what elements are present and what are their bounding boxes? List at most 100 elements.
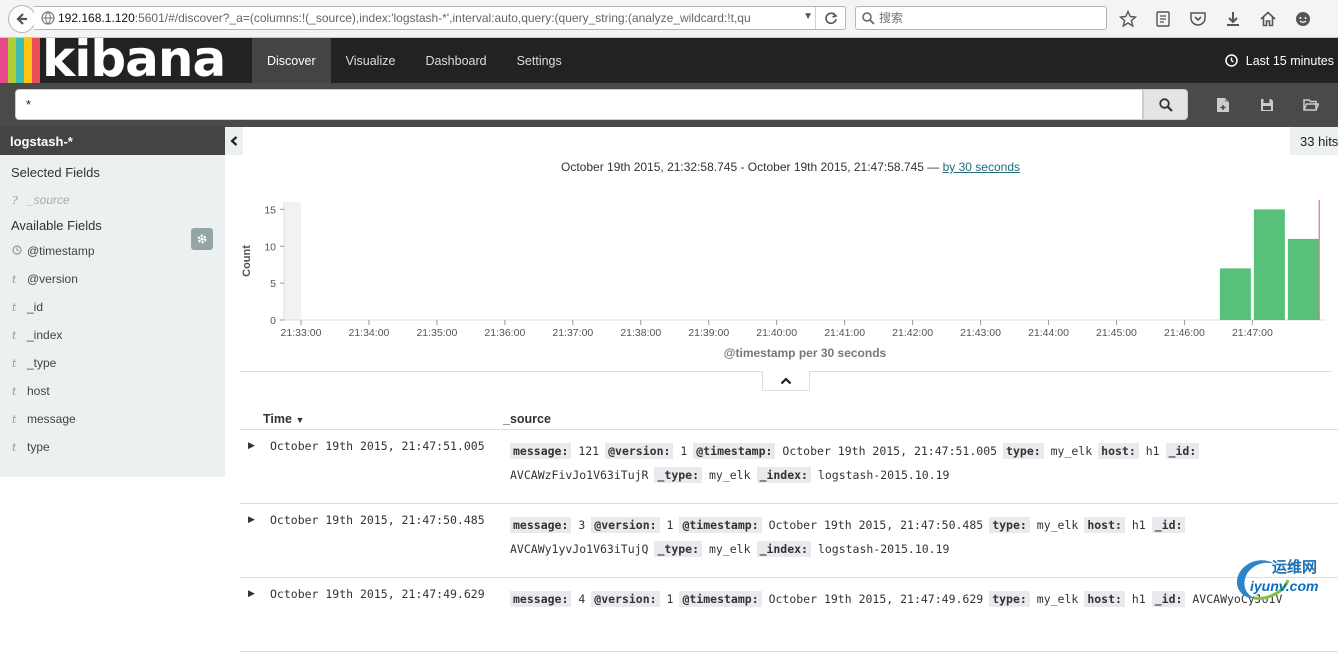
source-value: my_elk xyxy=(1050,444,1093,458)
bookmark-star-icon[interactable] xyxy=(1116,7,1140,31)
logo-stripe xyxy=(24,38,32,83)
source-value: 1 xyxy=(666,592,674,606)
hit-count: 33 hits xyxy=(1290,127,1338,155)
field-name: host xyxy=(27,384,50,398)
url-dropdown-icon[interactable]: ▼ xyxy=(803,11,813,22)
tab-dashboard[interactable]: Dashboard xyxy=(410,38,501,83)
source-key: message: xyxy=(510,591,572,607)
x-tick-label: 21:43:00 xyxy=(960,327,1001,339)
x-tick-label: 21:35:00 xyxy=(416,327,457,339)
source-value: October 19th 2015, 21:47:51.005 xyxy=(782,444,998,458)
x-tick-label: 21:33:00 xyxy=(281,327,322,339)
tab-discover[interactable]: Discover xyxy=(252,38,331,83)
table-row[interactable]: ▶ October 19th 2015, 21:47:50.485 message:… xyxy=(240,504,1338,578)
expand-row-icon[interactable]: ▶ xyxy=(248,588,255,599)
clock-icon xyxy=(1225,54,1238,67)
download-icon[interactable] xyxy=(1221,7,1245,31)
field-index[interactable]: t _index xyxy=(0,321,225,349)
source-value: 3 xyxy=(578,518,586,532)
query-bar xyxy=(0,83,1338,127)
x-tick-label: 21:37:00 xyxy=(552,327,593,339)
source-key: message: xyxy=(510,443,572,459)
source-value: AVCAWzFivJo1V63iTujR xyxy=(510,468,649,482)
field-source[interactable]: ? _source xyxy=(0,186,225,214)
field-id[interactable]: t _id xyxy=(0,293,225,321)
source-key: @version: xyxy=(591,591,660,607)
source-key: _index: xyxy=(756,541,811,557)
tab-settings[interactable]: Settings xyxy=(502,38,577,83)
histogram-bar xyxy=(1253,209,1285,320)
x-tick-label: 21:44:00 xyxy=(1028,327,1069,339)
kibana-logo[interactable]: kibana xyxy=(0,34,240,84)
documents-table: Time ▼ _source ▶ October 19th 2015, 21:47… xyxy=(240,409,1338,652)
source-value: my_elk xyxy=(708,468,751,482)
source-key: message: xyxy=(510,517,572,533)
field-version[interactable]: t @version xyxy=(0,265,225,293)
x-tick-label: 21:34:00 xyxy=(349,327,390,339)
x-tick-label: 21:41:00 xyxy=(824,327,865,339)
table-row[interactable]: ▶ October 19th 2015, 21:47:51.005 message:… xyxy=(240,430,1338,504)
pocket-icon[interactable] xyxy=(1186,7,1210,31)
chart-collapse-button[interactable] xyxy=(762,371,810,391)
tab-visualize[interactable]: Visualize xyxy=(331,38,411,83)
row-source: message: 3 @version: 1 @timestamp: October… xyxy=(510,513,1330,561)
browser-search-box[interactable] xyxy=(855,6,1107,30)
search-icon xyxy=(862,11,875,25)
logo-stripes xyxy=(0,38,40,83)
open-search-icon[interactable] xyxy=(1301,95,1321,115)
home-icon[interactable] xyxy=(1256,7,1280,31)
watermark-cn-text: 运维网 xyxy=(1272,558,1318,576)
field-name: @timestamp xyxy=(27,244,95,258)
expand-row-icon[interactable]: ▶ xyxy=(248,440,255,451)
address-bar[interactable]: 192.168.1.120:5601/#/discover?_a=(column… xyxy=(34,6,846,30)
field-type[interactable]: t type xyxy=(0,433,225,461)
string-type-icon: t xyxy=(12,440,17,454)
source-key: _id: xyxy=(1151,517,1186,533)
save-search-icon[interactable] xyxy=(1257,95,1277,115)
histogram-bar xyxy=(1219,268,1251,320)
field-name: _source xyxy=(27,193,70,207)
url-text: 192.168.1.120:5601/#/discover?_a=(column… xyxy=(58,11,751,25)
source-value: h1 xyxy=(1131,518,1146,532)
selected-fields-heading: Selected Fields xyxy=(11,165,100,180)
source-key: type: xyxy=(1003,443,1044,459)
field-message[interactable]: t message xyxy=(0,405,225,433)
field-host[interactable]: t host xyxy=(0,377,225,405)
source-value: 1 xyxy=(666,518,674,532)
source-key: _index: xyxy=(756,467,811,483)
reading-list-icon[interactable] xyxy=(1151,7,1175,31)
logo-stripe xyxy=(0,38,8,83)
query-input[interactable] xyxy=(15,89,1143,120)
partial-bucket-shade xyxy=(284,202,301,320)
time-column-header[interactable]: Time ▼ xyxy=(263,412,304,426)
string-type-icon: t xyxy=(12,356,17,370)
search-submit-button[interactable] xyxy=(1143,89,1188,120)
watermark-url-text: iyunv.com xyxy=(1250,578,1319,594)
expand-row-icon[interactable]: ▶ xyxy=(248,514,255,525)
table-row[interactable]: ▶ October 19th 2015, 21:47:49.629 message:… xyxy=(240,578,1338,652)
source-value: AVCAWy1yvJo1V63iTujQ xyxy=(510,542,649,556)
back-button[interactable] xyxy=(8,5,36,33)
source-value: my_elk xyxy=(708,542,751,556)
hello-chat-icon[interactable] xyxy=(1291,7,1315,31)
source-key: host: xyxy=(1098,443,1139,459)
row-source: message: 121 @version: 1 @timestamp: Octob… xyxy=(510,439,1330,487)
field-name: message xyxy=(27,412,76,426)
interval-link[interactable]: by 30 seconds xyxy=(943,160,1020,174)
field-name: _type xyxy=(27,356,57,370)
new-search-icon[interactable] xyxy=(1213,95,1233,115)
source-key: _id: xyxy=(1165,443,1200,459)
reload-button[interactable] xyxy=(815,7,845,29)
x-axis-label: @timestamp per 30 seconds xyxy=(724,346,887,360)
sidebar-collapse-button[interactable] xyxy=(225,127,243,155)
browser-search-input[interactable] xyxy=(879,11,1079,25)
index-pattern-label[interactable]: logstash-* xyxy=(0,127,225,155)
field-settings-button[interactable] xyxy=(191,228,213,250)
source-key: @version: xyxy=(605,443,674,459)
source-key: @timestamp: xyxy=(693,443,776,459)
logo-stripe xyxy=(32,38,40,83)
x-tick-label: 21:39:00 xyxy=(688,327,729,339)
time-picker[interactable]: Last 15 minutes xyxy=(1225,38,1338,83)
chevron-up-icon xyxy=(780,376,792,384)
field-type[interactable]: t _type xyxy=(0,349,225,377)
